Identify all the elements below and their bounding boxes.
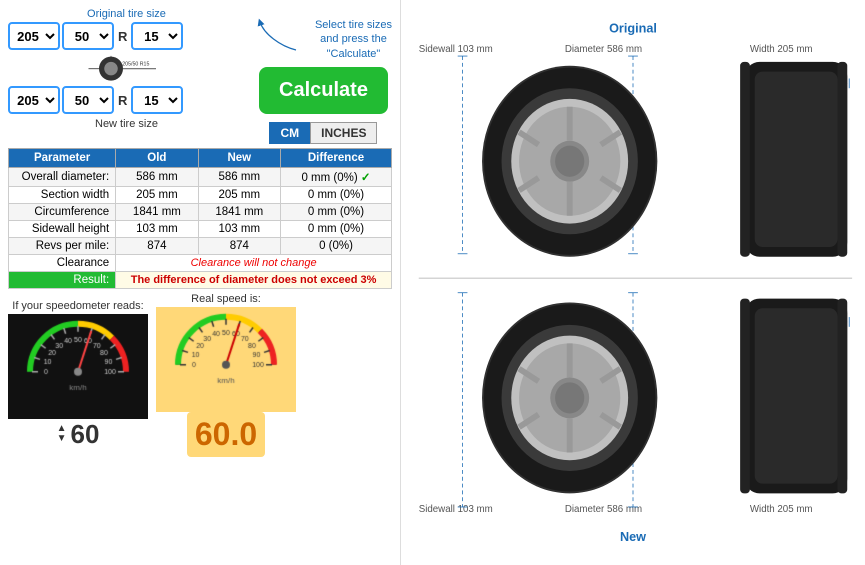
- result-row: Result: The difference of diameter does …: [9, 271, 392, 288]
- result-label: Result:: [9, 271, 116, 288]
- top-area: Original tire size 205 50 R 15: [8, 8, 392, 144]
- col-header-param: Parameter: [9, 148, 116, 167]
- old-value: 103 mm: [116, 220, 198, 237]
- unit-inches-button[interactable]: INCHES: [310, 122, 377, 144]
- speedometer-1: [8, 314, 148, 419]
- clearance-label: Clearance: [9, 254, 116, 271]
- old-value: 874: [116, 237, 198, 254]
- original-rim-input[interactable]: 15: [131, 22, 183, 50]
- left-panel: Original tire size 205 50 R 15: [0, 0, 400, 565]
- diff-value: 0 (0%): [281, 237, 392, 254]
- col-header-new: New: [198, 148, 280, 167]
- speedo-value-1: ▲▼ 60: [57, 419, 100, 450]
- tire-graphic: 205/50 R15: [8, 54, 245, 84]
- result-msg: The difference of diameter does not exce…: [116, 271, 392, 288]
- table-row: Revs per mile: 874 874 0 (0%): [9, 237, 392, 254]
- svg-text:Width 205 mm: Width 205 mm: [750, 44, 813, 55]
- table-row: Section width 205 mm 205 mm 0 mm (0%): [9, 186, 392, 203]
- r-label-2: R: [116, 93, 129, 108]
- calc-section: Select tire sizesand press the"Calculate…: [255, 8, 392, 144]
- speedo-label-1: If your speedometer reads:: [12, 300, 143, 312]
- speedometer-2: [156, 307, 296, 412]
- old-value: 1841 mm: [116, 203, 198, 220]
- params-table: Parameter Old New Difference Overall dia…: [8, 148, 392, 289]
- hint-text: Select tire sizesand press the"Calculate…: [315, 18, 392, 61]
- old-value: 586 mm: [116, 167, 198, 186]
- r-label-1: R: [116, 29, 129, 44]
- svg-text:Sidewall 103 mm: Sidewall 103 mm: [419, 504, 493, 515]
- new-label: New tire size: [8, 118, 245, 130]
- clearance-msg: Clearance will not change: [116, 254, 392, 271]
- diff-value: 0 mm (0%) ✓: [281, 167, 392, 186]
- clearance-row: Clearance Clearance will not change: [9, 254, 392, 271]
- speedometers-section: If your speedometer reads: ▲▼ 60 Real sp…: [8, 293, 392, 457]
- table-row: Overall diameter: 586 mm 586 mm 0 mm (0%…: [9, 167, 392, 186]
- param-label: Circumference: [9, 203, 116, 220]
- param-label: Revs per mile:: [9, 237, 116, 254]
- calculate-button[interactable]: Calculate: [259, 67, 388, 114]
- new-value: 205 mm: [198, 186, 280, 203]
- svg-text:205/50 R15: 205/50 R15: [123, 62, 150, 68]
- new-value: 1841 mm: [198, 203, 280, 220]
- col-header-diff: Difference: [281, 148, 392, 167]
- speedo-number-1: 60: [70, 419, 99, 450]
- original-width-input[interactable]: 205: [8, 22, 60, 50]
- new-profile-input[interactable]: 50: [62, 86, 114, 114]
- param-label: Overall diameter:: [9, 167, 116, 186]
- diff-value: 0 mm (0%): [281, 220, 392, 237]
- new-value: 103 mm: [198, 220, 280, 237]
- inputs-section: Original tire size 205 50 R 15: [8, 8, 245, 134]
- diff-value: 0 mm (0%): [281, 203, 392, 220]
- diff-value: 0 mm (0%): [281, 186, 392, 203]
- value-arrows[interactable]: ▲▼: [57, 424, 67, 444]
- old-value: 205 mm: [116, 186, 198, 203]
- svg-text:Width 205 mm: Width 205 mm: [750, 504, 813, 515]
- svg-text:Diameter 586 mm: Diameter 586 mm: [565, 504, 642, 515]
- speedo-number-2: 60.0: [195, 416, 257, 452]
- table-row: Circumference 1841 mm 1841 mm 0 mm (0%): [9, 203, 392, 220]
- speedometer-1-block: If your speedometer reads: ▲▼ 60: [8, 300, 148, 450]
- new-tire-inputs: 205 50 R 15: [8, 86, 245, 114]
- speedo-value-2-bg: 60.0: [187, 412, 265, 457]
- original-tire-inputs: 205 50 R 15: [8, 22, 245, 50]
- unit-cm-button[interactable]: CM: [269, 122, 310, 144]
- svg-text:Sidewall 103 mm: Sidewall 103 mm: [419, 44, 493, 55]
- original-label: Original tire size: [8, 8, 245, 20]
- new-width-input[interactable]: 205: [8, 86, 60, 114]
- hint-arrow-svg: [255, 18, 305, 58]
- new-value: 586 mm: [198, 167, 280, 186]
- table-row: Sidewall height 103 mm 103 mm 0 mm (0%): [9, 220, 392, 237]
- tire-diagram-svg: Original Sidewall 103 mm Diameter 586 mm…: [409, 8, 857, 557]
- param-label: Section width: [9, 186, 116, 203]
- param-label: Sidewall height: [9, 220, 116, 237]
- speedo-label-2: Real speed is:: [191, 293, 261, 305]
- col-header-old: Old: [116, 148, 198, 167]
- svg-text:Original: Original: [609, 22, 657, 36]
- svg-text:New: New: [620, 530, 646, 544]
- right-panel: Original Sidewall 103 mm Diameter 586 mm…: [400, 0, 865, 565]
- new-rim-input[interactable]: 15: [131, 86, 183, 114]
- speedometer-2-block: Real speed is: 60.0: [156, 293, 296, 457]
- tire-svg: 205/50 R15: [81, 54, 171, 84]
- unit-toggle: CM INCHES: [269, 122, 377, 144]
- svg-text:Diameter 586 mm: Diameter 586 mm: [565, 44, 642, 55]
- original-profile-input[interactable]: 50: [62, 22, 114, 50]
- new-value: 874: [198, 237, 280, 254]
